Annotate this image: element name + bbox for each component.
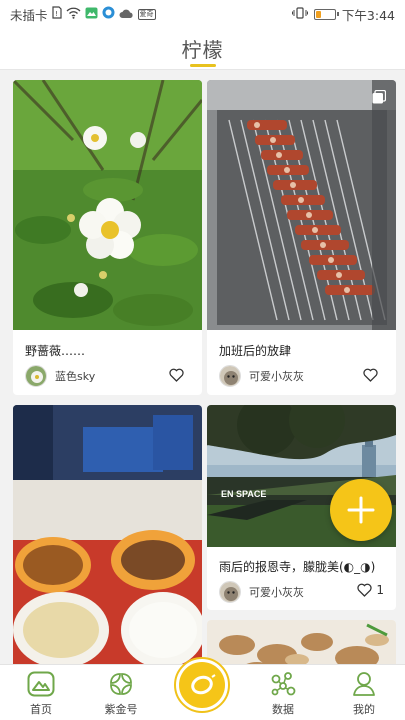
sim-icon: ! [51,6,62,22]
post-photo-bbq[interactable] [207,80,396,330]
author-name: 蓝色sky [55,370,96,383]
app-mountain-icon [85,7,98,22]
carrier-text: 未插卡 [10,7,48,23]
svg-text:!: ! [55,10,58,18]
post-caption: 加班后的放肆 [219,344,292,358]
vibrate-icon [291,6,308,22]
bottom-nav: 首页 紫金号 数据 我的 [0,657,405,720]
page-title[interactable]: 柠檬 [182,34,224,63]
like-button[interactable] [169,368,188,382]
nav-label: 首页 [30,703,52,716]
post-photo-mushrooms[interactable] [207,620,396,664]
post-card[interactable]: 野蔷薇…… 蓝色sky [13,80,202,395]
app-swirl-icon [102,6,115,22]
nav-lemon[interactable] [174,657,230,713]
battery-icon [313,8,339,20]
avatar[interactable] [25,365,47,387]
molecule-icon [271,672,296,696]
post-card[interactable]: 加班后的放肆 可爱小灰灰 [207,80,396,395]
title-underline [190,64,216,67]
status-time: 下午3:44 [341,7,395,23]
nav-label: 数据 [272,703,294,716]
add-post-button[interactable] [330,479,392,541]
nav-me[interactable]: 我的 [329,671,399,717]
avatar[interactable] [219,581,241,603]
like-button[interactable] [363,368,382,382]
app-header: 柠檬 [0,28,405,70]
multi-image-icon [372,90,386,104]
like-count: 1 [376,583,384,597]
nav-zijin[interactable]: 紫金号 [86,671,156,717]
heart-icon [169,368,184,382]
leaf-grid-icon [110,673,132,695]
like-button[interactable]: 1 [357,583,384,597]
person-icon [353,672,375,696]
nav-label: 我的 [353,703,375,716]
cloud-icon [119,7,134,22]
post-author[interactable]: 蓝色sky [25,365,95,387]
post-photo-canteen[interactable] [13,405,202,664]
heart-icon [363,368,378,382]
post-card[interactable] [13,405,202,664]
photo-sign-text: EN SPACE [221,489,266,499]
nav-data[interactable]: 数据 [248,671,318,717]
post-caption: 雨后的报恩寺，朦胧美(◐_◑) [219,560,376,574]
post-card[interactable] [207,620,396,664]
lemon-icon [191,674,216,695]
status-bar: 未插卡 ! 爱奇 下午3:44 [0,0,405,28]
post-author[interactable]: 可爱小灰灰 [219,365,304,387]
wifi-icon [66,7,81,22]
post-author[interactable]: 可爱小灰灰 [219,581,304,603]
author-name: 可爱小灰灰 [249,586,304,599]
nav-label: 紫金号 [104,703,138,716]
plus-icon [347,496,375,524]
post-photo-rose[interactable] [13,80,202,330]
feed-grid[interactable]: 野蔷薇…… 蓝色sky 加班后的放肆 可爱小灰灰 EN SPACE 雨后的报恩寺… [0,70,405,664]
author-name: 可爱小灰灰 [249,370,304,383]
nav-home[interactable]: 首页 [6,671,76,717]
post-caption: 野蔷薇…… [25,344,86,358]
heart-icon [357,583,373,597]
avatar[interactable] [219,365,241,387]
mountain-icon [27,671,55,697]
app-badge-icon: 爱奇 [137,8,156,20]
